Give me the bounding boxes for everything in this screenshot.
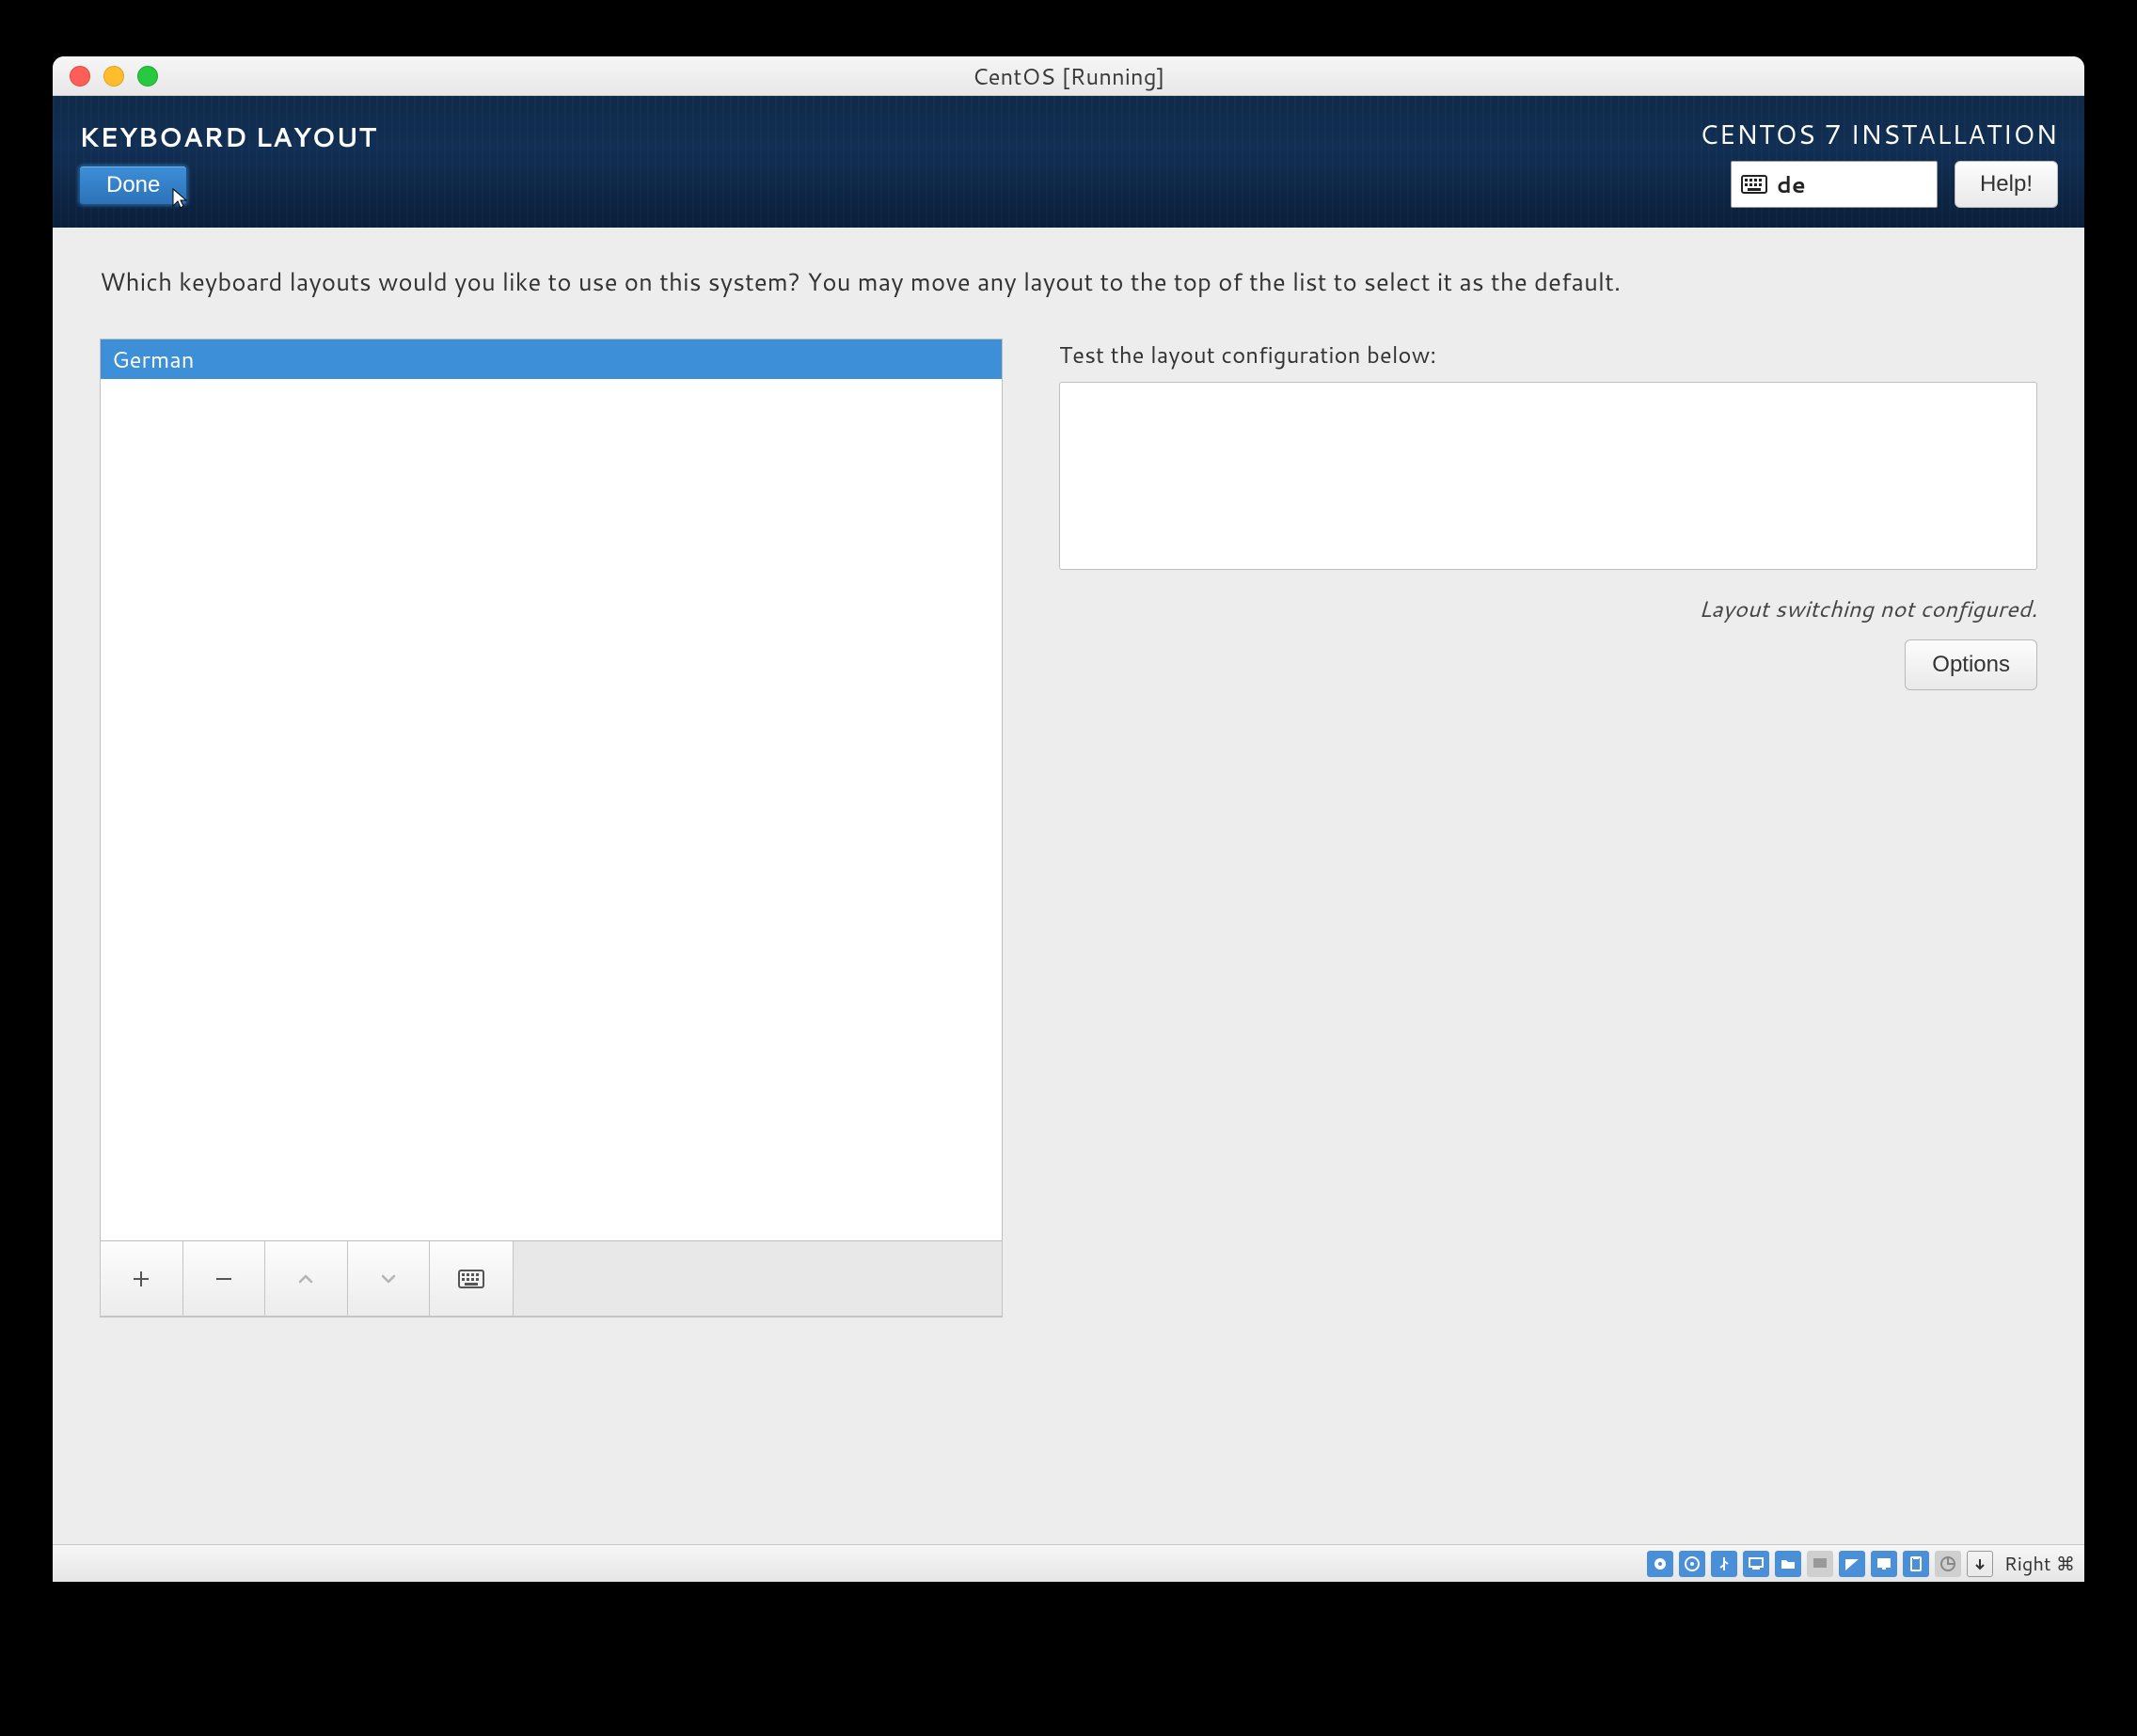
layout-list[interactable]: German [100,339,1003,1241]
help-button[interactable]: Help! [1955,161,2058,208]
close-window-button[interactable] [70,66,90,87]
sb-clipboard-icon[interactable] [1903,1551,1929,1577]
sb-optical-icon[interactable] [1679,1551,1705,1577]
sb-shared-folder-icon[interactable] [1775,1551,1801,1577]
keyboard-icon [458,1270,484,1288]
remove-layout-button[interactable] [183,1241,266,1316]
chevron-up-icon [294,1268,317,1290]
options-button[interactable]: Options [1905,639,2037,690]
minus-icon [213,1268,235,1290]
titlebar: CentOS [Running] [53,56,2084,96]
help-button-label: Help! [1980,171,2033,197]
sb-mouse-integration-icon[interactable] [1935,1551,1961,1577]
cursor-icon [171,187,190,210]
window-title: CentOS [Running] [53,60,2084,92]
content-area: Which keyboard layouts would you like to… [53,228,2084,1544]
chevron-down-icon [377,1268,400,1290]
move-up-button[interactable] [265,1241,348,1316]
sb-recording-icon[interactable] [1839,1551,1865,1577]
sb-display2-icon[interactable] [1871,1551,1897,1577]
page-title: KEYBOARD LAYOUT [79,118,377,156]
test-input[interactable] [1059,382,2037,570]
installer-title: CENTOS 7 INSTALLATION [1700,116,2058,153]
done-button-label: Done [106,172,160,197]
switch-note: Layout switching not configured. [1059,592,2037,624]
keyboard-layout-indicator[interactable]: de [1731,161,1938,208]
layout-code: de [1777,168,1806,200]
header-band: KEYBOARD LAYOUT Done CENTOS 7 INSTALLATI… [53,96,2084,228]
sb-hostkey-icon[interactable] [1967,1551,1993,1577]
keyboard-icon [1741,175,1767,194]
vm-window: CentOS [Running] KEYBOARD LAYOUT Done CE… [53,56,2084,1582]
layout-toolbar [100,1241,514,1317]
preview-layout-button[interactable] [430,1241,513,1316]
minimize-window-button[interactable] [103,66,124,87]
done-button[interactable]: Done [79,166,187,205]
add-layout-button[interactable] [101,1241,183,1316]
move-down-button[interactable] [348,1241,431,1316]
sb-hdd-icon[interactable] [1647,1551,1673,1577]
sb-display-icon[interactable] [1807,1551,1833,1577]
options-button-label: Options [1932,652,2010,677]
sb-usb-icon[interactable] [1711,1551,1737,1577]
vm-statusbar: Right ⌘ [53,1544,2084,1582]
prompt-text: Which keyboard layouts would you like to… [100,265,2037,299]
window-controls [70,66,158,87]
layout-item-german[interactable]: German [101,339,1002,379]
zoom-window-button[interactable] [137,66,158,87]
sb-network-icon[interactable] [1743,1551,1769,1577]
plus-icon [130,1268,152,1290]
test-label: Test the layout configuration below: [1059,339,2037,371]
host-key-label: Right ⌘ [2004,1551,2075,1577]
